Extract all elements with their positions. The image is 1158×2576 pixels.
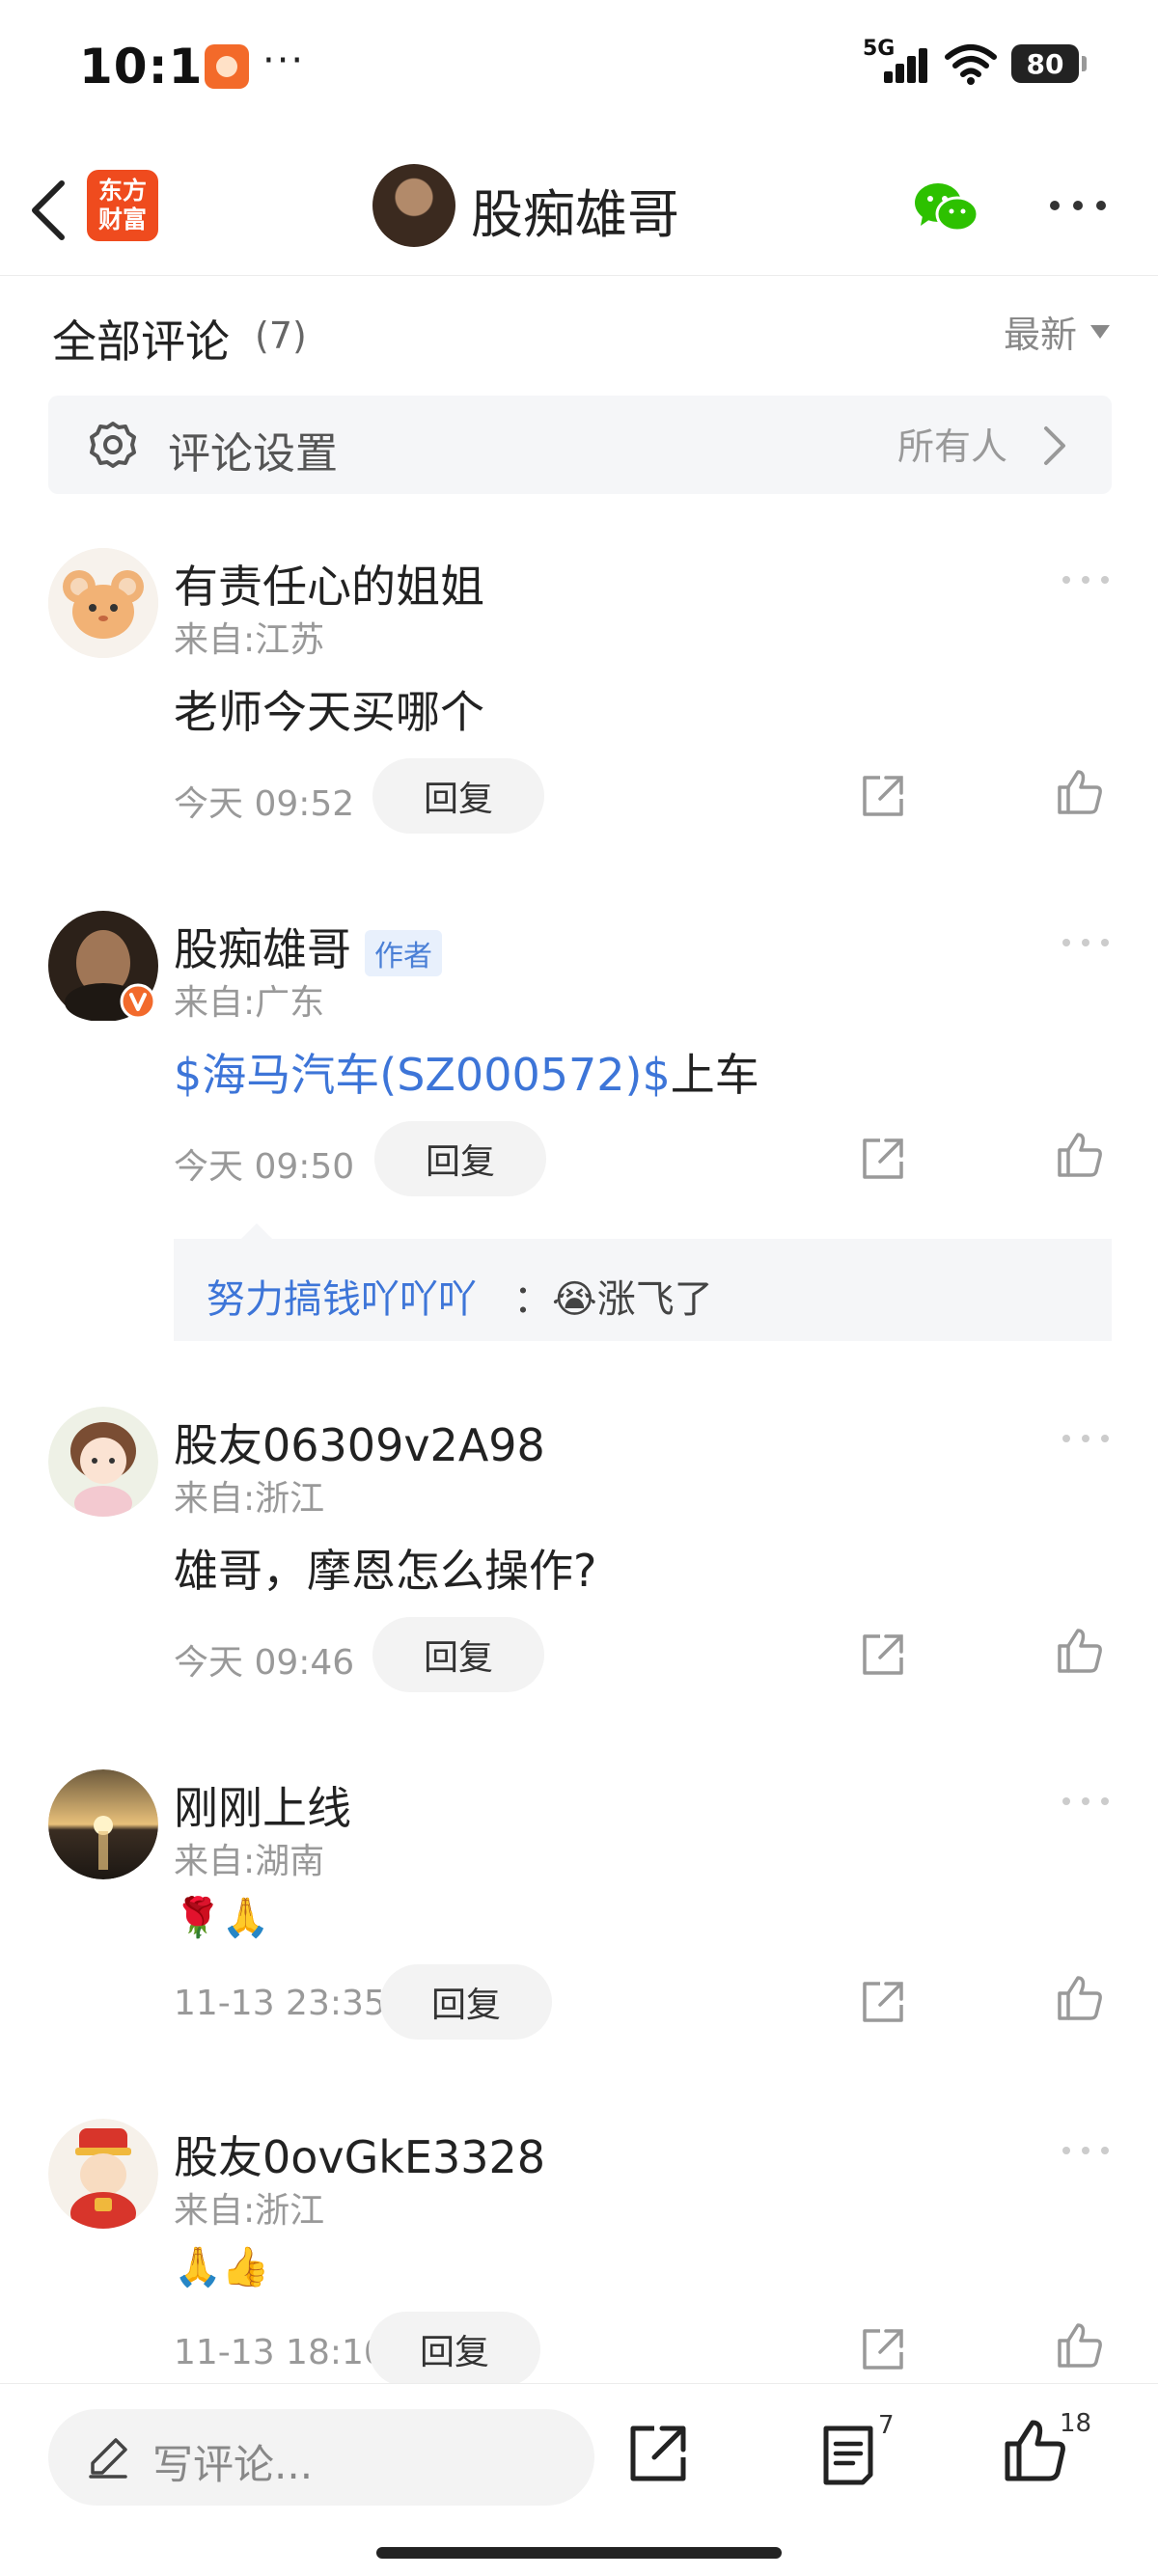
eastmoney-logo[interactable]: 东方 财富 xyxy=(87,170,158,241)
thumbs-up-icon[interactable] xyxy=(1056,1131,1104,1179)
comment-settings-row[interactable]: 评论设置 所有人 xyxy=(48,396,1112,494)
author-name: 股痴雄哥 xyxy=(174,923,351,975)
avatar[interactable] xyxy=(48,911,158,1021)
comment-time: 今天 09:50 xyxy=(174,1147,355,1187)
comment-text-body: 上车 xyxy=(670,1049,759,1101)
comment-location: 来自:浙江 xyxy=(174,1479,325,1519)
logo-line-2: 财富 xyxy=(97,206,147,233)
comment-text[interactable]: 老师今天买哪个 xyxy=(174,677,484,741)
sub-reply[interactable]: 努力搞钱吖吖吖 ：😭涨飞了 xyxy=(174,1223,1112,1341)
comment-settings-value: 所有人 xyxy=(896,425,1007,468)
cellular-signal-icon: 5G xyxy=(863,37,930,87)
all-comments-title: 全部评论 xyxy=(52,315,230,368)
comment-settings-label: 评论设置 xyxy=(168,429,338,479)
caret-down-icon xyxy=(1090,324,1110,339)
sub-reply-separator: ： xyxy=(513,1277,552,1322)
sub-reply-text: ：😭涨飞了 xyxy=(513,1268,713,1324)
avatar[interactable] xyxy=(48,1407,158,1517)
thumbs-up-icon[interactable] xyxy=(1056,1627,1104,1675)
network-type: 5G xyxy=(863,37,896,61)
sort-dropdown[interactable]: 最新 xyxy=(1004,305,1110,358)
reply-button[interactable]: 回复 xyxy=(372,758,544,834)
battery-indicator: 80 xyxy=(1011,44,1087,83)
like-button[interactable] xyxy=(1004,2419,1067,2482)
comment-text[interactable]: 🙏👍 xyxy=(174,2244,270,2289)
like-count-badge: 18 xyxy=(1060,2409,1092,2438)
comment-location: 来自:浙江 xyxy=(174,2191,325,2231)
comment-text[interactable]: 雄哥，摩恩怎么操作? xyxy=(174,1536,596,1600)
stock-link[interactable]: $海马汽车(SZ000572)$ xyxy=(174,1049,671,1101)
comment-username[interactable]: 股痴雄哥 作者 xyxy=(174,915,442,978)
comment-more-icon[interactable] xyxy=(1060,1795,1112,1808)
page-title: 股痴雄哥 xyxy=(471,184,679,245)
comment-time: 今天 09:46 xyxy=(174,1643,355,1683)
status-more-dots: ··· xyxy=(262,39,306,83)
share-button[interactable] xyxy=(627,2423,689,2484)
comment-list-icon xyxy=(823,2425,873,2485)
status-bar: 10:13 ··· 5G 80 xyxy=(0,0,1158,135)
gear-icon xyxy=(87,419,139,471)
share-icon[interactable] xyxy=(859,2325,907,2373)
comments-button[interactable] xyxy=(820,2423,880,2486)
avatar[interactable] xyxy=(48,548,158,658)
share-icon xyxy=(630,2425,686,2481)
sub-reply-body: 😭涨飞了 xyxy=(552,1277,713,1322)
reply-button[interactable]: 回复 xyxy=(369,2312,540,2387)
comment-username[interactable]: 有责任心的姐姐 xyxy=(174,552,484,616)
comment-text[interactable]: $海马汽车(SZ000572)$上车 xyxy=(174,1040,759,1104)
wechat-icon xyxy=(915,183,979,233)
write-comment-placeholder: 写评论... xyxy=(152,2441,314,2488)
wechat-share-button[interactable] xyxy=(913,179,980,237)
chevron-right-icon xyxy=(1040,425,1069,467)
write-comment-input[interactable]: 写评论... xyxy=(48,2409,594,2506)
pencil-icon xyxy=(87,2436,129,2479)
avatar[interactable] xyxy=(48,2119,158,2229)
thumbs-up-icon[interactable] xyxy=(1056,768,1104,816)
top-nav-bar: 东方 财富 股痴雄哥 xyxy=(0,145,1158,276)
more-dots-icon xyxy=(1050,201,1106,210)
thumbs-up-icon[interactable] xyxy=(1056,1974,1104,2022)
header-avatar[interactable] xyxy=(372,164,455,247)
reply-button[interactable]: 回复 xyxy=(374,1121,546,1196)
share-icon[interactable] xyxy=(859,1978,907,2026)
reply-button[interactable]: 回复 xyxy=(380,1964,552,2040)
logo-line-1: 东方 xyxy=(97,177,147,205)
comment-time: 今天 09:52 xyxy=(174,784,355,824)
author-badge: 作者 xyxy=(365,929,442,976)
comment-count: (7) xyxy=(255,315,307,357)
comment-location: 来自:湖南 xyxy=(174,1842,325,1881)
avatar[interactable] xyxy=(48,1769,158,1879)
more-options-button[interactable] xyxy=(1046,191,1110,220)
sort-label: 最新 xyxy=(1003,314,1077,356)
share-icon[interactable] xyxy=(859,1135,907,1183)
comment-more-icon[interactable] xyxy=(1060,573,1112,587)
comment-more-icon[interactable] xyxy=(1060,2144,1112,2157)
comment-time: 11-13 23:35 xyxy=(174,1984,386,2023)
back-button[interactable] xyxy=(21,174,79,247)
share-icon[interactable] xyxy=(859,1631,907,1679)
sub-reply-username[interactable]: 努力搞钱吖吖吖 xyxy=(207,1268,477,1324)
comment-location: 来自:广东 xyxy=(174,983,325,1023)
share-icon[interactable] xyxy=(859,772,907,820)
chevron-left-icon xyxy=(32,180,65,240)
thumbs-up-icon[interactable] xyxy=(1056,2321,1104,2370)
app-notification-icon xyxy=(205,44,249,89)
comment-more-icon[interactable] xyxy=(1060,936,1112,949)
comment-text[interactable]: 🌹🙏 xyxy=(174,1895,270,1940)
thumbs-up-icon xyxy=(1005,2420,1065,2481)
wifi-icon xyxy=(944,41,998,86)
comment-time: 11-13 18:10 xyxy=(174,2333,386,2372)
comment-location: 来自:江苏 xyxy=(174,620,325,660)
status-indicators: 5G 80 xyxy=(863,37,1087,87)
comment-username[interactable]: 股友06309v2A98 xyxy=(174,1411,545,1474)
comment-count-badge: 7 xyxy=(878,2411,895,2440)
comment-username[interactable]: 刚刚上线 xyxy=(174,1773,351,1837)
reply-button[interactable]: 回复 xyxy=(372,1617,544,1692)
comment-more-icon[interactable] xyxy=(1060,1432,1112,1445)
home-indicator[interactable] xyxy=(376,2547,782,2559)
comment-username[interactable]: 股友0ovGkE3328 xyxy=(174,2123,545,2186)
